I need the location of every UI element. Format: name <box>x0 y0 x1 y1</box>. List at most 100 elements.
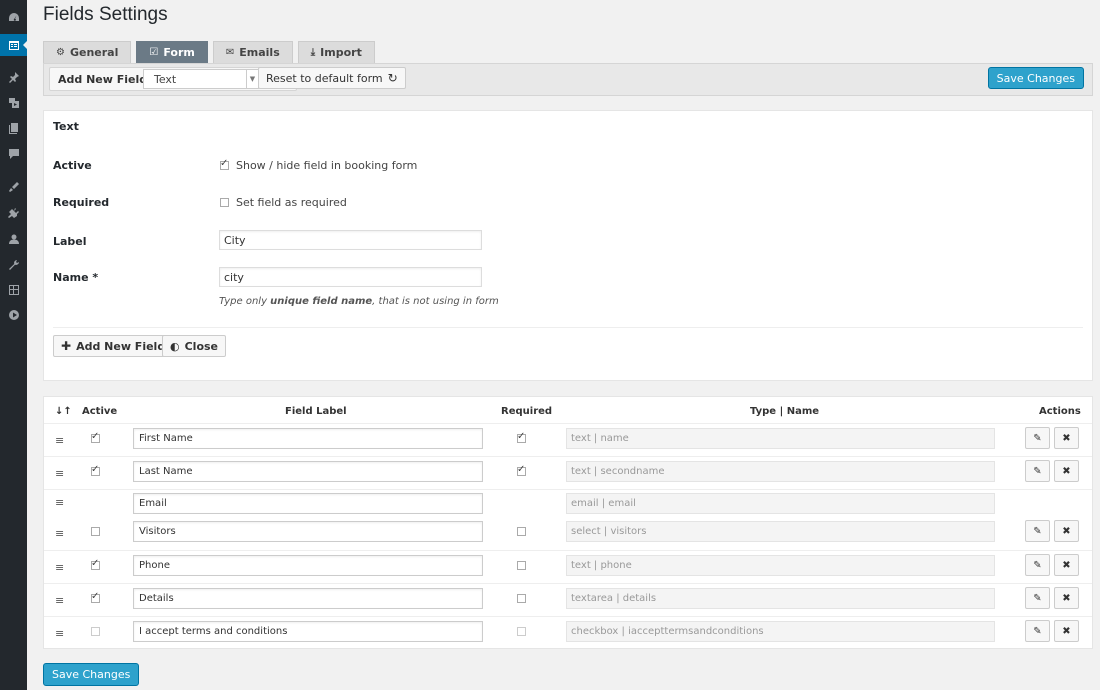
save-label-top: Save Changes <box>996 71 1075 85</box>
tab-form[interactable]: ☑ Form <box>136 41 208 63</box>
table-row: ≡ Visitors select | visitors ✎ ✖ <box>44 517 1092 550</box>
tab-import-label: Import <box>320 46 362 59</box>
users-icon[interactable] <box>0 228 27 250</box>
edit-icon[interactable]: ✎ <box>1025 587 1050 609</box>
required-checkbox[interactable] <box>220 198 229 207</box>
page-title: Fields Settings <box>43 4 168 25</box>
refresh-icon: ↻ <box>387 71 398 85</box>
add-new-field-label: Add New Field: <box>58 73 152 86</box>
appearance-icon[interactable] <box>0 176 27 198</box>
row-active-checkbox[interactable] <box>91 527 100 536</box>
field-editor-panel: Text Active Show / hide field in booking… <box>43 110 1093 381</box>
settings-icon[interactable] <box>0 279 27 301</box>
drag-handle-icon[interactable]: ≡ <box>55 594 64 607</box>
field-type-select[interactable]: Text ▼ <box>143 69 259 89</box>
plus-icon: ✚ <box>61 339 72 353</box>
edit-icon[interactable]: ✎ <box>1025 554 1050 576</box>
required-checkbox-group: Set field as required <box>220 196 347 209</box>
row-type-name-field: select | visitors <box>566 521 995 542</box>
edit-icon[interactable]: ✎ <box>1025 620 1050 642</box>
chevron-down-icon: ▼ <box>246 70 258 88</box>
booking-calendar-icon[interactable] <box>0 34 28 56</box>
edit-icon[interactable]: ✎ <box>1025 520 1050 542</box>
row-type-name-field: email | email <box>566 493 995 514</box>
row-active-checkbox[interactable] <box>91 431 100 443</box>
tab-emails-label: Emails <box>239 46 280 59</box>
required-column-header: Required <box>501 406 553 417</box>
row-active-checkbox[interactable] <box>91 558 100 570</box>
row-label-input[interactable]: First Name <box>133 428 483 449</box>
row-type-name-field: checkbox | iaccepttermsandconditions <box>566 621 995 642</box>
drag-handle-icon[interactable]: ≡ <box>55 527 64 540</box>
row-required-checkbox[interactable] <box>517 594 526 603</box>
row-required-checkbox[interactable] <box>517 527 526 536</box>
drag-handle-icon[interactable]: ≡ <box>55 561 64 574</box>
row-label-input[interactable]: Phone <box>133 555 483 576</box>
drag-handle-icon[interactable]: ≡ <box>55 434 64 447</box>
name-input[interactable]: city <box>219 267 482 287</box>
tab-general[interactable]: ⚙ General <box>43 41 132 63</box>
tab-emails[interactable]: ✉ Emails <box>212 41 293 63</box>
active-checkbox-group: Show / hide field in booking form <box>220 158 417 172</box>
row-type-name-field: textarea | details <box>566 588 995 609</box>
gear-icon: ⚙ <box>56 47 65 58</box>
row-required-checkbox[interactable] <box>517 561 526 570</box>
required-checkbox-label: Set field as required <box>236 196 347 209</box>
drag-handle-icon[interactable]: ≡ <box>55 496 64 509</box>
delete-icon[interactable]: ✖ <box>1054 460 1079 482</box>
save-changes-button-top[interactable]: Save Changes <box>987 67 1084 89</box>
table-row: ≡ First Name text | name ✎ ✖ <box>44 423 1092 456</box>
pages-icon[interactable] <box>0 117 27 139</box>
row-label-input[interactable]: I accept terms and conditions <box>133 621 483 642</box>
field-type-value: Text <box>154 72 177 86</box>
pin-icon[interactable] <box>0 66 27 88</box>
reset-label: Reset to default form <box>266 71 383 85</box>
row-active-checkbox[interactable] <box>91 591 100 603</box>
media-icon[interactable] <box>0 92 27 114</box>
plugins-icon[interactable] <box>0 202 27 224</box>
dashboard-icon[interactable] <box>0 7 27 29</box>
delete-icon[interactable]: ✖ <box>1054 427 1079 449</box>
row-label-input[interactable]: Details <box>133 588 483 609</box>
table-row: ≡ Phone text | phone ✎ ✖ <box>44 550 1092 583</box>
table-row: ≡ I accept terms and conditions checkbox… <box>44 616 1092 649</box>
delete-icon[interactable]: ✖ <box>1054 554 1079 576</box>
edit-icon[interactable]: ✎ <box>1025 460 1050 482</box>
row-required-checkbox[interactable] <box>517 627 526 636</box>
row-required-checkbox[interactable] <box>517 431 526 443</box>
row-label-input[interactable]: Visitors <box>133 521 483 542</box>
add-new-field-button[interactable]: ✚ Add New Field <box>53 335 174 357</box>
row-label-input[interactable]: Last Name <box>133 461 483 482</box>
edit-icon[interactable]: ✎ <box>1025 427 1050 449</box>
comments-icon[interactable] <box>0 143 27 165</box>
close-button[interactable]: ◐ Close <box>162 335 227 357</box>
label-input[interactable]: City <box>219 230 482 250</box>
row-type-name-field: text | name <box>566 428 995 449</box>
label-row-label: Label <box>53 235 87 248</box>
fields-table: ↓↑ Active Field Label Required Type | Na… <box>43 396 1093 649</box>
active-checkbox[interactable] <box>220 158 229 170</box>
table-row: ≡ Details textarea | details ✎ ✖ <box>44 583 1092 616</box>
drag-handle-icon[interactable]: ≡ <box>55 467 64 480</box>
delete-icon[interactable]: ✖ <box>1054 620 1079 642</box>
drag-handle-icon[interactable]: ≡ <box>55 627 64 640</box>
row-label-input[interactable]: Email <box>133 493 483 514</box>
required-row-label: Required <box>53 196 110 209</box>
row-type-name-field: text | phone <box>566 555 995 576</box>
delete-icon[interactable]: ✖ <box>1054 520 1079 542</box>
row-active-checkbox[interactable] <box>91 627 100 636</box>
download-icon: ⤓ <box>310 47 316 58</box>
play-icon[interactable] <box>0 304 27 326</box>
close-button-label: Close <box>184 339 219 353</box>
row-required-checkbox[interactable] <box>517 464 526 476</box>
save-changes-button-bottom[interactable]: Save Changes <box>43 663 140 686</box>
tab-import[interactable]: ⤓ Import <box>297 41 375 63</box>
field-editor-title: Text <box>53 120 79 133</box>
tools-icon[interactable] <box>0 254 27 276</box>
active-column-header: Active <box>82 406 118 417</box>
reset-default-form-button[interactable]: Reset to default form ↻ <box>258 67 406 89</box>
sort-header-icon[interactable]: ↓↑ <box>55 406 72 417</box>
row-active-checkbox[interactable] <box>91 464 100 476</box>
delete-icon[interactable]: ✖ <box>1054 587 1079 609</box>
envelope-icon: ✉ <box>225 47 235 58</box>
